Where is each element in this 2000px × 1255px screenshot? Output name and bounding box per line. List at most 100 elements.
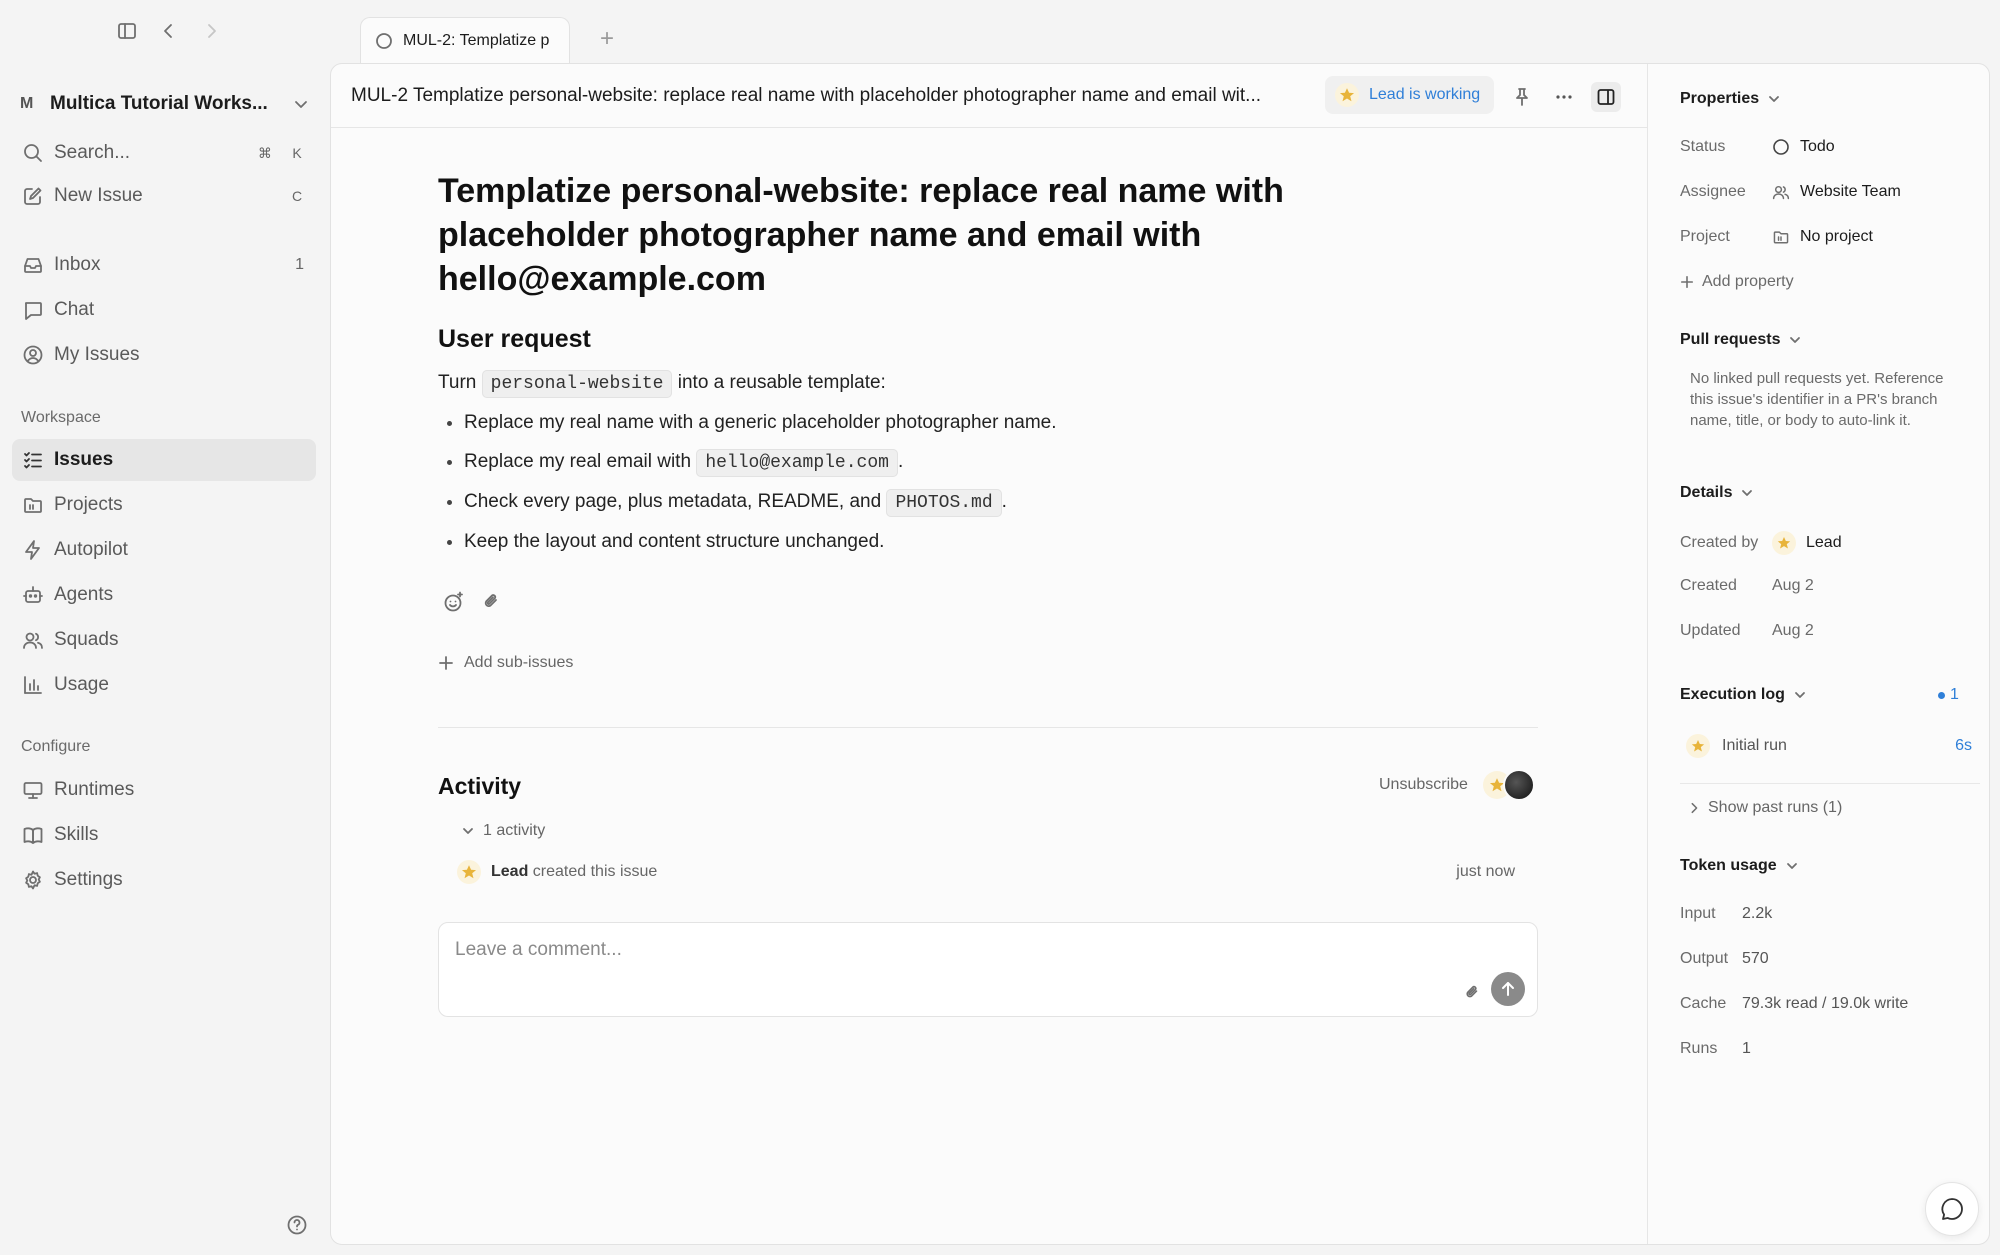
issue-tab[interactable]: MUL-2: Templatize p (360, 17, 570, 63)
search-label: Search... (54, 142, 131, 163)
output-value: 570 (1742, 950, 1769, 967)
issue-title[interactable]: Templatize personal-website: replace rea… (438, 169, 1438, 301)
activity-heading: Activity (438, 773, 522, 799)
cache-tokens-row: Cache 79.3k read / 19.0k write (1680, 995, 1908, 1013)
divider (1680, 783, 1980, 784)
status-row[interactable]: Status Todo (1680, 138, 1835, 156)
project-row[interactable]: Project No project (1680, 228, 1873, 246)
new-issue-button[interactable]: New Issue C (12, 175, 316, 217)
agent-status-badge[interactable]: Lead is working (1325, 76, 1495, 114)
search-button[interactable]: Search... ⌘ K (12, 132, 316, 174)
properties-panel: Properties Status Todo Assignee Website … (1647, 64, 1989, 1244)
sidebar-item-label: Squads (54, 629, 119, 650)
divider (438, 727, 1538, 728)
issue-breadcrumb-title: MUL-2 Templatize personal-website: repla… (351, 84, 1262, 106)
sidebar-item-issues[interactable]: Issues (12, 439, 316, 481)
runs-row: Runs 1 (1680, 1040, 1751, 1058)
lightning-icon (22, 539, 44, 561)
output-tokens-row: Output 570 (1680, 950, 1769, 968)
section-heading: User request (438, 325, 591, 353)
list-item: Check every page, plus metadata, README,… (464, 489, 1538, 517)
workspace-badge: M (20, 95, 34, 112)
status-key: Status (1680, 138, 1726, 155)
properties-header[interactable]: Properties (1680, 90, 1781, 108)
details-header[interactable]: Details (1680, 484, 1754, 502)
book-icon (22, 824, 44, 846)
run-item[interactable]: Initial run 6s (1686, 734, 1972, 758)
workspace-section-header: Workspace (21, 409, 101, 426)
inline-code: hello@example.com (696, 449, 898, 477)
search-kbd-cmd: ⌘ (258, 144, 272, 161)
details-label: Details (1680, 484, 1733, 501)
sidebar-item-chat[interactable]: Chat (12, 289, 316, 331)
attachment-icon[interactable] (481, 591, 503, 613)
chat-bubble-icon (1939, 1196, 1965, 1222)
plus-icon (1680, 275, 1694, 289)
robot-icon (22, 584, 44, 606)
sidebar-item-my-issues[interactable]: My Issues (12, 334, 316, 376)
execution-log-header[interactable]: Execution log (1680, 686, 1807, 704)
sidebar-item-label: Projects (54, 494, 123, 515)
sidebar: M Multica Tutorial Works... Search... ⌘ … (0, 64, 330, 1255)
emoji-reaction-icon[interactable] (443, 591, 465, 613)
issue-panel: MUL-2 Templatize personal-website: repla… (330, 63, 1990, 1245)
search-icon (22, 142, 44, 164)
sidebar-item-squads[interactable]: Squads (12, 619, 316, 661)
runs-key: Runs (1680, 1040, 1718, 1057)
list-icon (22, 449, 44, 471)
star-avatar-icon (1686, 734, 1710, 758)
back-icon[interactable] (156, 18, 182, 44)
assignee-row[interactable]: Assignee Website Team (1680, 183, 1901, 201)
chevron-down-icon (1740, 486, 1754, 500)
runs-value: 1 (1742, 1040, 1751, 1057)
token-usage-header[interactable]: Token usage (1680, 857, 1799, 875)
pull-requests-header[interactable]: Pull requests (1680, 331, 1802, 349)
sidebar-item-label: Skills (54, 824, 99, 845)
list-item-text: Replace my real email with (464, 451, 692, 472)
new-issue-kbd: C (291, 188, 303, 204)
created-key: Created (1680, 577, 1737, 594)
sidebar-item-usage[interactable]: Usage (12, 664, 316, 706)
pull-requests-note: No linked pull requests yet. Reference t… (1690, 370, 1944, 429)
list-item-text: Check every page, plus metadata, README,… (464, 491, 882, 512)
show-past-runs-button[interactable]: Show past runs (1) (1688, 799, 1842, 817)
sidebar-item-runtimes[interactable]: Runtimes (12, 769, 316, 811)
comment-placeholder[interactable]: Leave a comment... (455, 939, 622, 961)
assignee-value: Website Team (1800, 183, 1901, 200)
attachment-icon[interactable] (1463, 983, 1481, 1001)
pin-icon[interactable] (1507, 82, 1537, 112)
sidebar-item-inbox[interactable]: Inbox 1 (12, 244, 316, 286)
agent-status-text: Lead is working (1369, 86, 1481, 103)
chevron-down-icon (1793, 688, 1807, 702)
execution-log-label: Execution log (1680, 686, 1785, 703)
inbox-count: 1 (295, 256, 304, 273)
add-property-button[interactable]: Add property (1680, 273, 1794, 291)
new-tab-button[interactable]: + (600, 26, 614, 52)
input-tokens-row: Input 2.2k (1680, 905, 1772, 923)
help-icon[interactable] (286, 1214, 308, 1236)
more-options-icon[interactable] (1549, 82, 1579, 112)
chevron-right-icon (1688, 802, 1700, 814)
forward-icon[interactable] (198, 18, 224, 44)
activity-item: Lead created this issue just now (457, 860, 1527, 884)
activity-toggle[interactable]: 1 activity (461, 822, 545, 840)
send-button[interactable] (1491, 972, 1525, 1006)
sidebar-item-agents[interactable]: Agents (12, 574, 316, 616)
sidebar-item-autopilot[interactable]: Autopilot (12, 529, 316, 571)
add-sub-issues-button[interactable]: Add sub-issues (438, 654, 573, 672)
list-item-text: Replace my real name with a generic plac… (464, 412, 1057, 433)
sidebar-item-label: Settings (54, 869, 123, 890)
sidebar-toggle-icon[interactable] (114, 18, 140, 44)
sidebar-item-settings[interactable]: Settings (12, 859, 316, 901)
chat-bubble-button[interactable] (1925, 1182, 1979, 1236)
panel-toggle-icon[interactable] (1591, 82, 1621, 112)
sidebar-item-skills[interactable]: Skills (12, 814, 316, 856)
star-avatar-icon (1335, 83, 1359, 107)
unsubscribe-button[interactable]: Unsubscribe (1379, 776, 1468, 794)
subscriber-avatars[interactable] (1483, 769, 1539, 801)
comment-box[interactable]: Leave a comment... (438, 922, 1538, 1017)
sidebar-item-projects[interactable]: Projects (12, 484, 316, 526)
inline-code: PHOTOS.md (886, 489, 1002, 517)
workspace-switcher[interactable]: M Multica Tutorial Works... (20, 86, 310, 122)
chevron-down-icon (292, 95, 310, 113)
